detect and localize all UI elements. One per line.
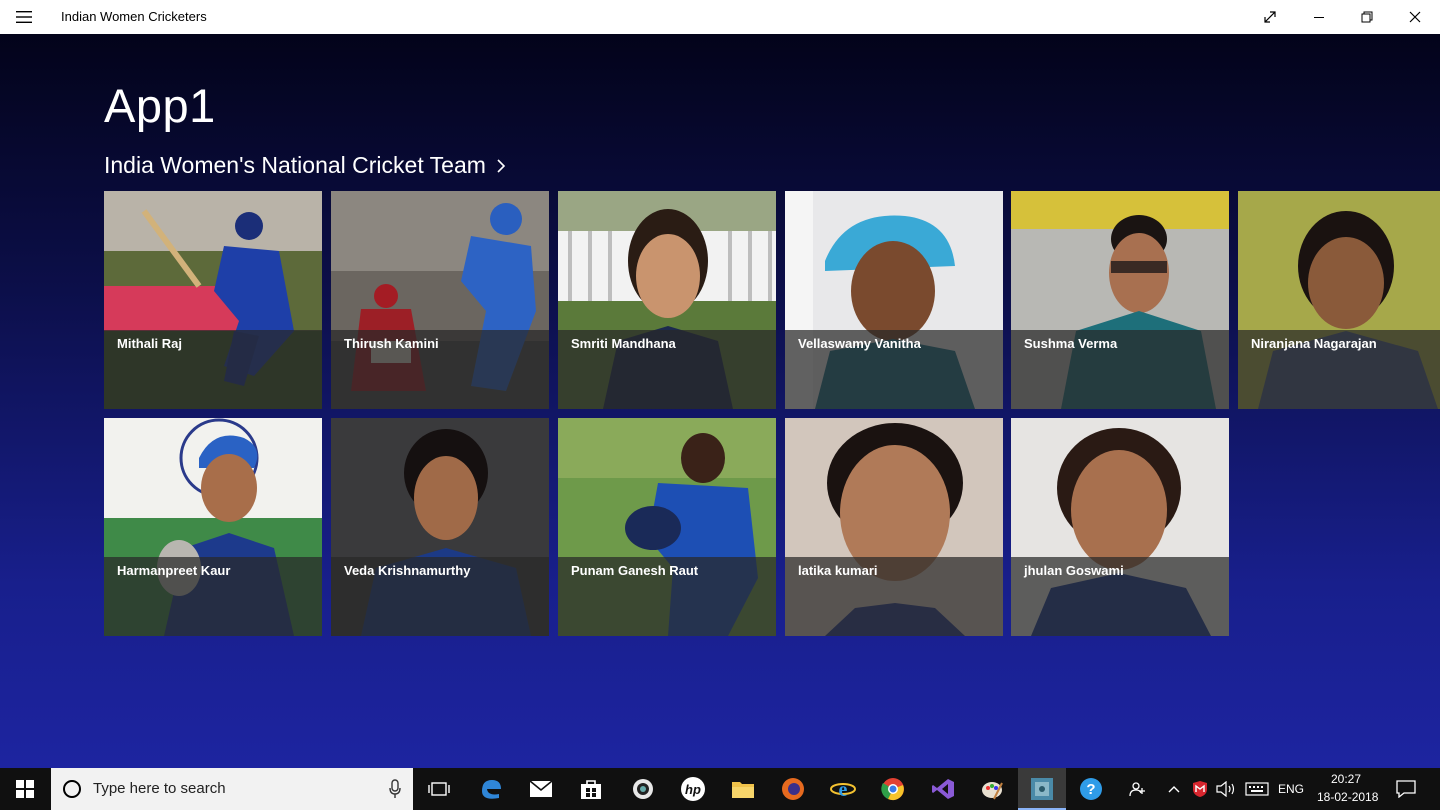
player-name: Sushma Verma [1024, 336, 1118, 351]
antivirus-shield-icon[interactable] [1188, 768, 1212, 810]
volume-icon[interactable] [1214, 768, 1238, 810]
hamburger-icon[interactable] [10, 5, 38, 29]
mail-icon[interactable] [520, 768, 562, 810]
player-name: Vellaswamy Vanitha [798, 336, 921, 351]
title-bar: Indian Women Cricketers [0, 0, 1440, 34]
running-app-icon [1030, 777, 1054, 806]
player-tile-thirush-kamini[interactable]: Thirush Kamini [331, 191, 549, 409]
microphone-icon[interactable] [389, 779, 401, 799]
svg-text:e: e [839, 779, 848, 801]
player-name: Smriti Mandhana [571, 336, 676, 351]
caption-overlay: Sushma Verma [1011, 330, 1229, 409]
player-name: Harmanpreet Kaur [117, 563, 231, 578]
app-title: App1 [104, 79, 216, 132]
search-placeholder: Type here to search [93, 780, 226, 797]
taskbar-active-app[interactable] [1018, 768, 1066, 810]
hp-icon[interactable]: hp [672, 768, 714, 810]
caption-overlay: Vellaswamy Vanitha [785, 330, 1003, 409]
player-tile-vellaswamy-vanitha[interactable]: Vellaswamy Vanitha [785, 191, 1003, 409]
player-name: latika kumari [798, 563, 878, 578]
chevron-right-icon [497, 158, 506, 173]
cortana-icon [63, 780, 81, 798]
player-name: Thirush Kamini [344, 336, 439, 351]
clock-date[interactable]: 18-02-2018 [1317, 790, 1378, 804]
internet-explorer-icon[interactable]: e [822, 768, 864, 810]
player-name: Mithali Raj [117, 336, 183, 351]
svg-text:?: ? [1086, 781, 1095, 798]
language-indicator[interactable]: ENG [1278, 782, 1304, 796]
caption-overlay: Veda Krishnamurthy [331, 557, 549, 636]
player-name: Niranjana Nagarajan [1251, 336, 1377, 351]
caption-overlay: Niranjana Nagarajan [1238, 330, 1440, 409]
player-tile-latika-kumari[interactable]: latika kumari [785, 418, 1003, 636]
player-name: Punam Ganesh Raut [571, 563, 699, 578]
player-tile-smriti-mandhana[interactable]: Smriti Mandhana [558, 191, 776, 409]
app-content: App1 India Women's National Cricket Team… [0, 34, 1440, 768]
caption-overlay: jhulan Goswami [1011, 557, 1229, 636]
edge-browser-icon[interactable] [470, 768, 512, 810]
caption-overlay: Harmanpreet Kaur [104, 557, 322, 636]
svg-text:hp: hp [685, 782, 701, 797]
windows-start-icon[interactable] [0, 768, 50, 810]
player-name: Veda Krishnamurthy [344, 563, 471, 578]
player-tile-niranjana-nagarajan[interactable]: Niranjana Nagarajan [1238, 191, 1440, 409]
player-tile-harmanpreet-kaur[interactable]: Harmanpreet Kaur [104, 418, 322, 636]
caption-overlay: Smriti Mandhana [558, 330, 776, 409]
caption-overlay: Thirush Kamini [331, 330, 549, 409]
camera-app-icon[interactable] [622, 768, 664, 810]
firefox-icon[interactable] [772, 768, 814, 810]
section-header-link[interactable]: India Women's National Cricket Team [104, 152, 506, 179]
people-icon[interactable] [1124, 768, 1152, 810]
close-icon[interactable] [1392, 0, 1438, 34]
window-title: Indian Women Cricketers [61, 9, 207, 24]
caption-overlay: Mithali Raj [104, 330, 322, 409]
section-title: India Women's National Cricket Team [104, 152, 486, 178]
player-tile-mithali-raj[interactable]: Mithali Raj [104, 191, 322, 409]
store-icon[interactable] [570, 768, 612, 810]
restore-icon[interactable] [1344, 0, 1390, 34]
taskbar-search-input[interactable]: Type here to search [51, 768, 413, 810]
taskbar: Type here to search hp e ? ENG 20:27 18-… [0, 768, 1440, 810]
visual-studio-icon[interactable] [922, 768, 964, 810]
help-icon[interactable]: ? [1070, 768, 1112, 810]
action-center-icon[interactable] [1390, 768, 1422, 810]
minimize-icon[interactable] [1296, 0, 1342, 34]
caption-overlay: Punam Ganesh Raut [558, 557, 776, 636]
caption-overlay: latika kumari [785, 557, 1003, 636]
chevron-up-icon[interactable] [1164, 768, 1184, 810]
player-tile-jhulan-goswami[interactable]: jhulan Goswami [1011, 418, 1229, 636]
task-view-icon[interactable] [418, 768, 460, 810]
player-name: jhulan Goswami [1024, 563, 1124, 578]
player-tile-punam-ganesh-raut[interactable]: Punam Ganesh Raut [558, 418, 776, 636]
chrome-icon[interactable] [872, 768, 914, 810]
keyboard-icon[interactable] [1242, 768, 1272, 810]
player-tile-veda-krishnamurthy[interactable]: Veda Krishnamurthy [331, 418, 549, 636]
paint-icon[interactable] [970, 768, 1014, 810]
player-tile-sushma-verma[interactable]: Sushma Verma [1011, 191, 1229, 409]
expand-icon[interactable] [1247, 0, 1293, 34]
clock-time[interactable]: 20:27 [1331, 772, 1361, 786]
file-explorer-icon[interactable] [722, 768, 764, 810]
